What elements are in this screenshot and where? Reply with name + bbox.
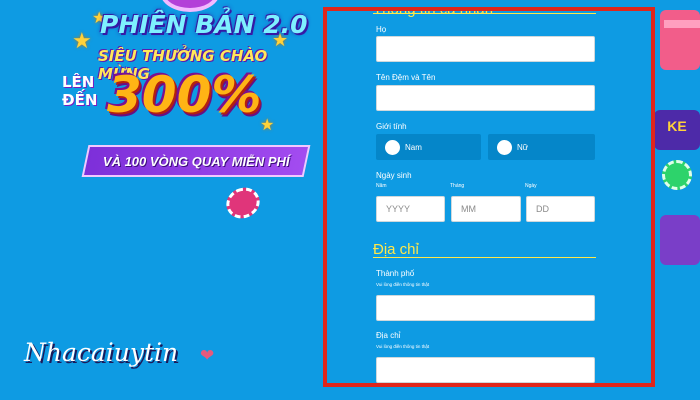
gender-option-label: Nữ xyxy=(517,142,529,152)
promo-ribbon: VÀ 100 VÒNG QUAY MIỄN PHÍ xyxy=(81,145,311,177)
highlight-frame: Thông tin cá nhân Họ Tên Đệm và Tên Giới… xyxy=(323,7,655,387)
star-icon: ★ xyxy=(72,28,92,53)
promo-banner: ★ ★ ★ ★ PHIÊN BẢN 2.0 SIÊU THƯỞNG CHÀO M… xyxy=(10,0,311,230)
promo-ribbon-text: VÀ 100 VÒNG QUAY MIỄN PHÍ xyxy=(102,153,290,169)
lower-decoration-box xyxy=(660,215,700,265)
promo-len-den: LÊN ĐẾN xyxy=(62,73,97,109)
gender-option-label: Nam xyxy=(405,142,422,152)
gender-option-male[interactable]: Nam xyxy=(376,134,481,160)
first-name-label: Tên Đệm và Tên xyxy=(376,73,436,82)
city-label: Thành phố xyxy=(376,269,415,278)
city-hint: Vui lòng điền thông tin thật xyxy=(376,282,430,287)
last-name-input[interactable] xyxy=(376,36,595,62)
radio-button[interactable] xyxy=(497,139,512,155)
gift-ribbon-icon xyxy=(664,20,700,28)
birth-month-input[interactable] xyxy=(451,196,521,222)
month-label: Tháng xyxy=(450,183,465,189)
last-name-label: Họ xyxy=(376,25,387,34)
gift-box-icon xyxy=(660,10,700,70)
birthdate-label: Ngày sinh xyxy=(376,171,412,180)
section-divider xyxy=(373,257,596,258)
heart-icon: ❤ xyxy=(200,346,215,365)
year-label: Năm xyxy=(376,183,387,189)
green-chip-icon xyxy=(662,160,692,190)
right-decoration: KE xyxy=(654,0,700,400)
address-input[interactable] xyxy=(376,357,595,383)
promo-title: PHIÊN BẢN 2.0 xyxy=(100,10,308,39)
address-label: Địa chỉ xyxy=(376,331,401,340)
section-divider xyxy=(373,13,596,14)
birth-day-input[interactable] xyxy=(526,196,595,222)
promo-len: LÊN xyxy=(62,73,95,91)
promo-percent: 300% xyxy=(107,66,262,124)
radio-button[interactable] xyxy=(385,139,400,155)
gender-option-female[interactable]: Nữ xyxy=(488,134,595,160)
birth-year-input[interactable] xyxy=(376,196,445,222)
gender-label: Giới tính xyxy=(376,122,407,131)
day-label: Ngày xyxy=(525,183,537,189)
first-name-input[interactable] xyxy=(376,85,595,111)
promo-den: ĐẾN xyxy=(62,91,98,109)
city-input[interactable] xyxy=(376,295,595,321)
address-hint: Vui lòng điền thông tin thật xyxy=(376,344,430,349)
section-title-address: Địa chỉ xyxy=(373,241,419,258)
star-icon: ★ xyxy=(260,117,275,134)
registration-form: Thông tin cá nhân Họ Tên Đệm và Tên Giới… xyxy=(327,11,651,383)
watermark-logo: Nhacaiuytin xyxy=(24,338,179,367)
slot-sign: KE xyxy=(667,118,687,134)
